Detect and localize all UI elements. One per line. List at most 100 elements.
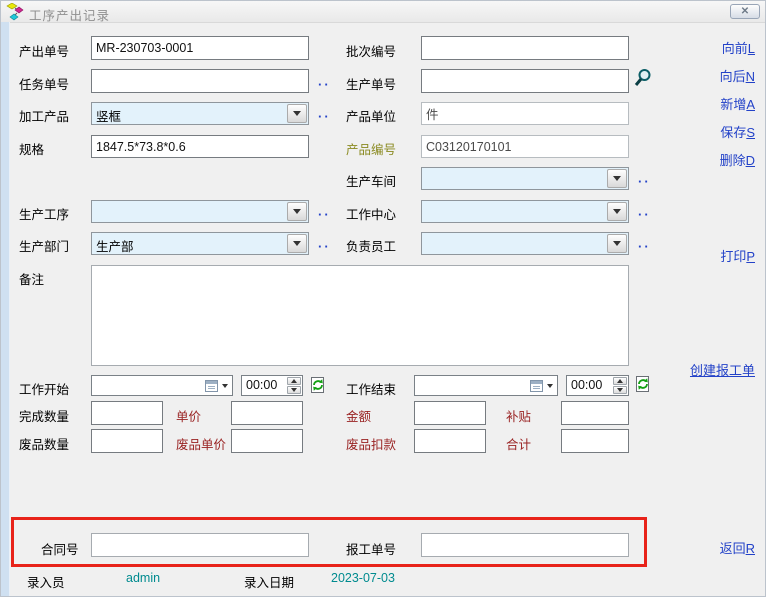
work-center-lookup-button[interactable]: ·· xyxy=(638,210,651,220)
add-mnemonic: A xyxy=(746,97,755,112)
spin-up-icon[interactable] xyxy=(287,377,301,385)
work-end-time-spinner[interactable]: 00:00 xyxy=(566,375,629,396)
remarks-textarea[interactable] xyxy=(91,265,629,366)
scrap-price-input[interactable] xyxy=(231,429,303,453)
save-link[interactable]: 保存S xyxy=(720,122,755,141)
nav-prev-link[interactable]: 向前L xyxy=(722,38,755,57)
work-end-date-picker[interactable] xyxy=(414,375,558,396)
amount-label: 金额 xyxy=(346,406,371,425)
chevron-down-icon[interactable] xyxy=(287,234,307,253)
employee-combo[interactable] xyxy=(421,232,629,255)
department-combo-value: 生产部 xyxy=(92,233,286,254)
spin-down-icon[interactable] xyxy=(613,386,627,394)
work-start-time-spinner[interactable]: 00:00 xyxy=(241,375,303,396)
entry-date-value: 2023-07-03 xyxy=(331,571,395,585)
product-combo[interactable]: 竖框 xyxy=(91,102,309,125)
scrap-deduction-input[interactable] xyxy=(414,429,486,453)
back-mnemonic: R xyxy=(746,541,755,556)
employee-lookup-button[interactable]: ·· xyxy=(638,242,651,252)
close-icon: ✕ xyxy=(741,6,749,17)
chevron-down-icon xyxy=(222,384,228,388)
total-label: 合计 xyxy=(506,434,531,453)
contract-no-label: 合同号 xyxy=(41,539,79,558)
task-no-input[interactable] xyxy=(91,69,309,93)
report-no-label: 报工单号 xyxy=(346,539,396,558)
chevron-down-icon[interactable] xyxy=(607,202,627,221)
chevron-down-icon[interactable] xyxy=(607,234,627,253)
batch-no-input[interactable] xyxy=(421,36,629,60)
nav-next-text: 向后 xyxy=(720,69,746,84)
work-center-combo[interactable] xyxy=(421,200,629,223)
finished-qty-input[interactable] xyxy=(91,401,163,425)
add-text: 新增 xyxy=(720,97,746,112)
department-combo[interactable]: 生产部 xyxy=(91,232,309,255)
process-label: 生产工序 xyxy=(19,204,69,223)
subsidy-input[interactable] xyxy=(561,401,629,425)
create-report-link[interactable]: 创建报工单 xyxy=(690,360,755,379)
close-button[interactable]: ✕ xyxy=(730,4,760,19)
calendar-icon xyxy=(530,380,543,392)
chevron-down-icon[interactable] xyxy=(607,169,627,188)
nav-next-mnemonic: N xyxy=(746,69,755,84)
create-report-text: 创建报工单 xyxy=(690,363,755,378)
employee-label: 负责员工 xyxy=(346,236,396,255)
calendar-icon xyxy=(205,380,218,392)
process-output-record-window: 工序产出记录 ✕ 产出单号 批次编号 任务单号 ·· 生产单号 加工产品 竖框 … xyxy=(0,0,766,597)
scrap-deduction-label: 废品扣款 xyxy=(346,434,396,453)
spin-down-icon[interactable] xyxy=(287,386,301,394)
chevron-down-icon xyxy=(547,384,553,388)
print-text: 打印 xyxy=(720,249,746,264)
production-no-label: 生产单号 xyxy=(346,74,396,93)
output-no-input[interactable] xyxy=(91,36,309,60)
workshop-lookup-button[interactable]: ·· xyxy=(638,177,651,187)
production-no-input[interactable] xyxy=(421,69,629,93)
scrap-qty-label: 废品数量 xyxy=(19,434,69,453)
workshop-label: 生产车间 xyxy=(346,171,396,190)
back-text: 返回 xyxy=(720,541,746,556)
product-combo-value: 竖框 xyxy=(92,103,286,124)
entry-by-label: 录入员 xyxy=(27,572,65,591)
window-left-border xyxy=(1,22,10,596)
product-label: 加工产品 xyxy=(19,106,69,125)
amount-input[interactable] xyxy=(414,401,486,425)
unit-price-input[interactable] xyxy=(231,401,303,425)
work-center-label: 工作中心 xyxy=(346,204,396,223)
subsidy-label: 补贴 xyxy=(506,406,531,425)
refresh-icon[interactable] xyxy=(309,376,327,394)
chevron-down-icon[interactable] xyxy=(287,104,307,123)
work-start-date-picker[interactable] xyxy=(91,375,233,396)
nav-next-link[interactable]: 向后N xyxy=(720,66,755,85)
spin-up-icon[interactable] xyxy=(613,377,627,385)
employee-combo-value xyxy=(422,233,606,254)
product-code-field xyxy=(421,135,629,158)
titlebar: 工序产出记录 ✕ xyxy=(1,1,765,23)
unit-price-label: 单价 xyxy=(176,406,201,425)
delete-mnemonic: D xyxy=(746,153,755,168)
chevron-down-icon[interactable] xyxy=(287,202,307,221)
spec-input[interactable] xyxy=(91,135,309,158)
process-combo[interactable] xyxy=(91,200,309,223)
department-label: 生产部门 xyxy=(19,236,69,255)
print-mnemonic: P xyxy=(746,249,755,264)
report-no-input[interactable] xyxy=(421,533,629,557)
back-link[interactable]: 返回R xyxy=(720,538,755,557)
workshop-combo[interactable] xyxy=(421,167,629,190)
process-combo-value xyxy=(92,201,286,222)
scrap-qty-input[interactable] xyxy=(91,429,163,453)
delete-text: 删除 xyxy=(720,153,746,168)
search-icon[interactable] xyxy=(633,67,653,89)
task-no-label: 任务单号 xyxy=(19,74,69,93)
work-center-combo-value xyxy=(422,201,606,222)
refresh-icon[interactable] xyxy=(634,375,652,393)
process-lookup-button[interactable]: ·· xyxy=(318,210,331,220)
workshop-combo-value xyxy=(422,168,606,189)
product-lookup-button[interactable]: ·· xyxy=(318,112,331,122)
add-link[interactable]: 新增A xyxy=(720,94,755,113)
print-link[interactable]: 打印P xyxy=(720,246,755,265)
contract-no-input[interactable] xyxy=(91,533,309,557)
total-input[interactable] xyxy=(561,429,629,453)
save-text: 保存 xyxy=(720,125,746,140)
delete-link[interactable]: 删除D xyxy=(720,150,755,169)
department-lookup-button[interactable]: ·· xyxy=(318,242,331,252)
task-no-lookup-button[interactable]: ·· xyxy=(318,80,331,90)
